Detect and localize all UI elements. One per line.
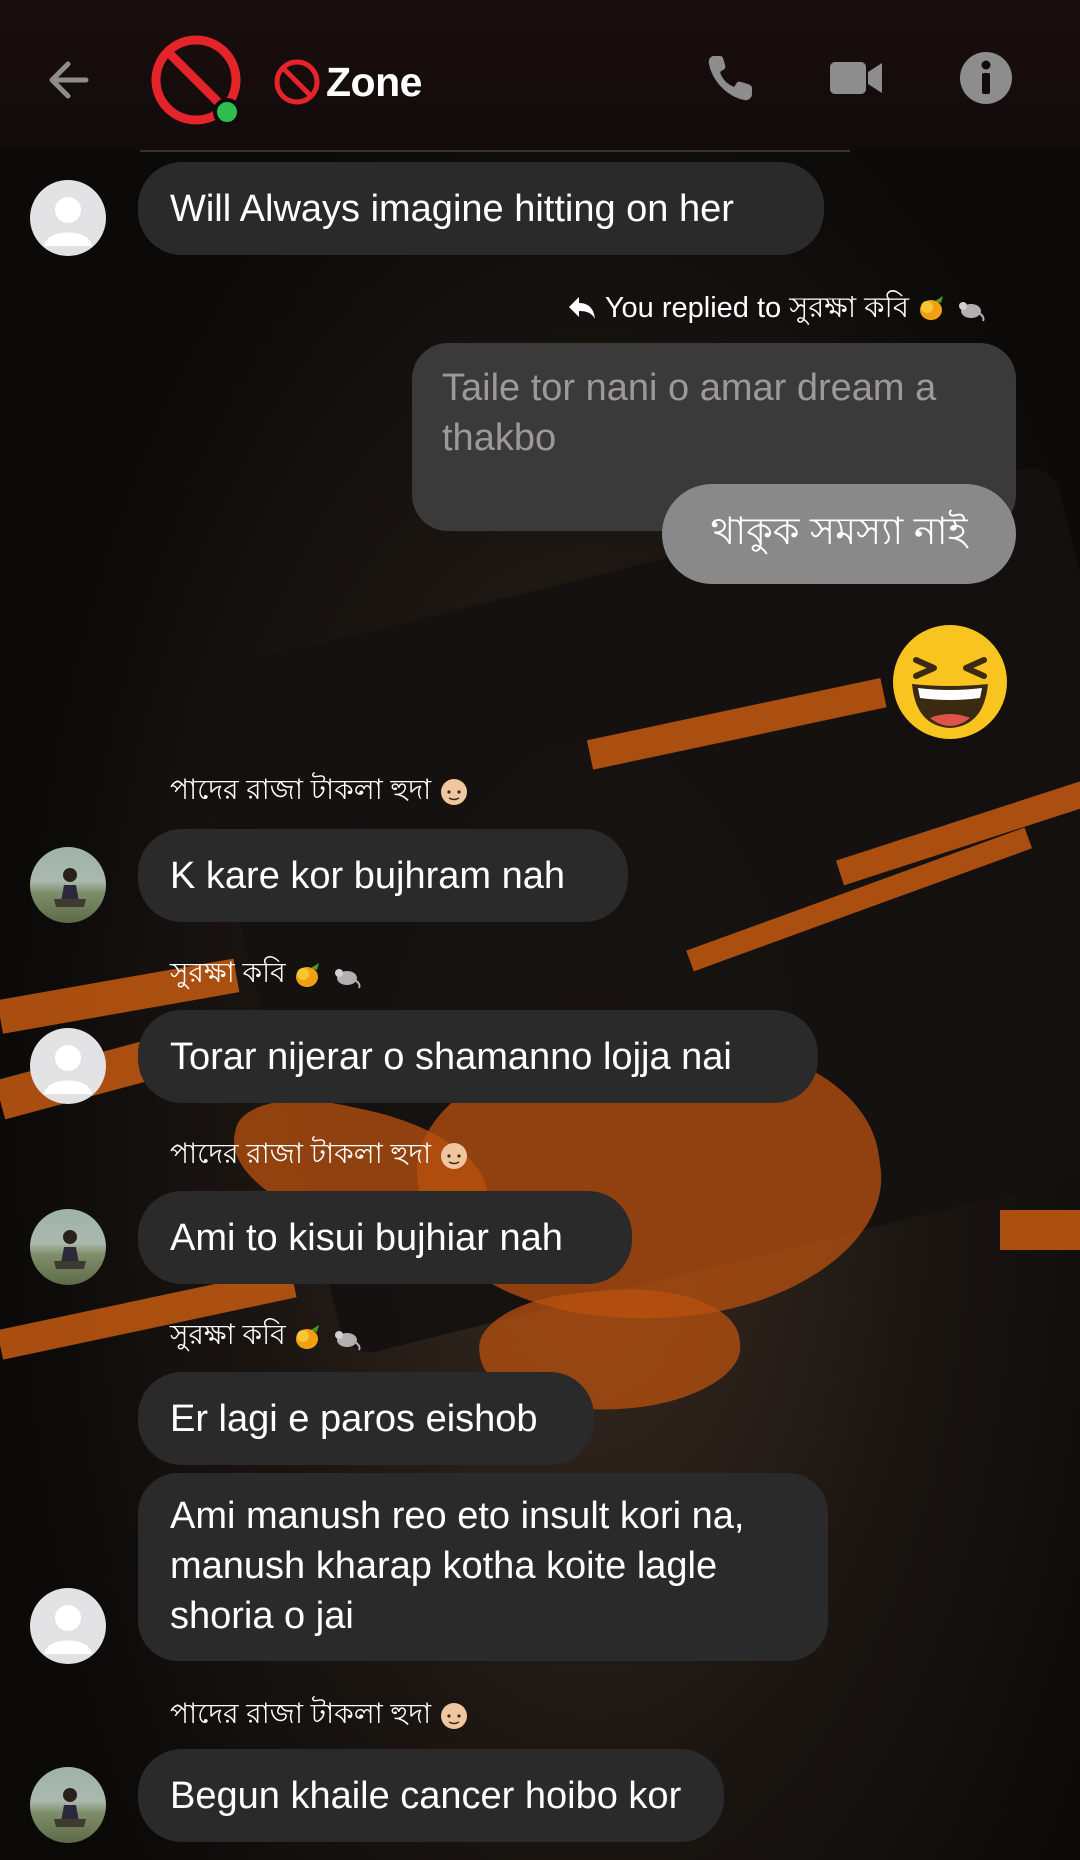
- message-bubble[interactable]: Torar nijerar o shamanno lojja nai: [138, 1010, 818, 1103]
- grinning-squinting-face-emoji[interactable]: [890, 622, 1010, 742]
- avatar[interactable]: [30, 1588, 106, 1664]
- arrow-left-icon[interactable]: [42, 52, 98, 108]
- sender-name: সুরক্ষা কবি: [170, 1317, 361, 1353]
- reply-arrow-icon: [568, 297, 595, 319]
- message-bubble[interactable]: Will Always imagine hitting on her: [138, 162, 824, 255]
- avatar[interactable]: [30, 1028, 106, 1104]
- rat-emoji-icon: [959, 302, 985, 322]
- rat-emoji-icon: [335, 968, 361, 989]
- bald-man-emoji-icon: [440, 778, 467, 805]
- sender-name: পাদের রাজা টাকলা হুদা: [170, 1696, 469, 1732]
- info-icon[interactable]: [956, 48, 1016, 108]
- phone-icon[interactable]: [700, 48, 760, 108]
- mango-emoji-icon: [296, 1324, 320, 1349]
- sender-name: পাদের রাজা টাকলা হুদা: [170, 772, 469, 808]
- avatar[interactable]: [30, 847, 106, 923]
- video-camera-icon[interactable]: [826, 48, 886, 108]
- rat-emoji-icon: [335, 1330, 361, 1351]
- message-bubble[interactable]: Ami to kisui bujhiar nah: [138, 1191, 632, 1284]
- header-divider: [140, 150, 850, 152]
- mango-emoji-icon: [296, 962, 320, 987]
- online-status-dot: [213, 98, 241, 126]
- message-bubble[interactable]: Er lagi e paros eishob: [138, 1372, 594, 1465]
- bald-man-emoji-icon: [440, 1702, 467, 1729]
- my-message-bubble[interactable]: থাকুক সমস্যা নাই: [662, 484, 1016, 584]
- chat-title-text: Zone: [326, 58, 422, 105]
- message-bubble[interactable]: Begun khaile cancer hoibo kor: [138, 1749, 724, 1842]
- avatar[interactable]: [30, 1767, 106, 1843]
- bald-man-emoji-icon: [440, 1142, 467, 1169]
- reply-note-text: You replied to সুরক্ষা কবি: [604, 292, 909, 324]
- avatar[interactable]: [30, 180, 106, 256]
- avatar[interactable]: [30, 1209, 106, 1285]
- message-bubble[interactable]: K kare kor bujhram nah: [138, 829, 628, 922]
- no-entry-icon: [274, 59, 320, 105]
- sender-name: পাদের রাজা টাকলা হুদা: [170, 1136, 469, 1172]
- mango-emoji-icon: [920, 296, 943, 320]
- chat-title[interactable]: Zone: [272, 52, 422, 112]
- message-bubble[interactable]: Ami manush reo eto insult kori na, manus…: [138, 1473, 828, 1661]
- sender-name: সুরক্ষা কবি: [170, 955, 361, 991]
- reply-note: You replied to সুরক্ষা কবি: [567, 290, 985, 326]
